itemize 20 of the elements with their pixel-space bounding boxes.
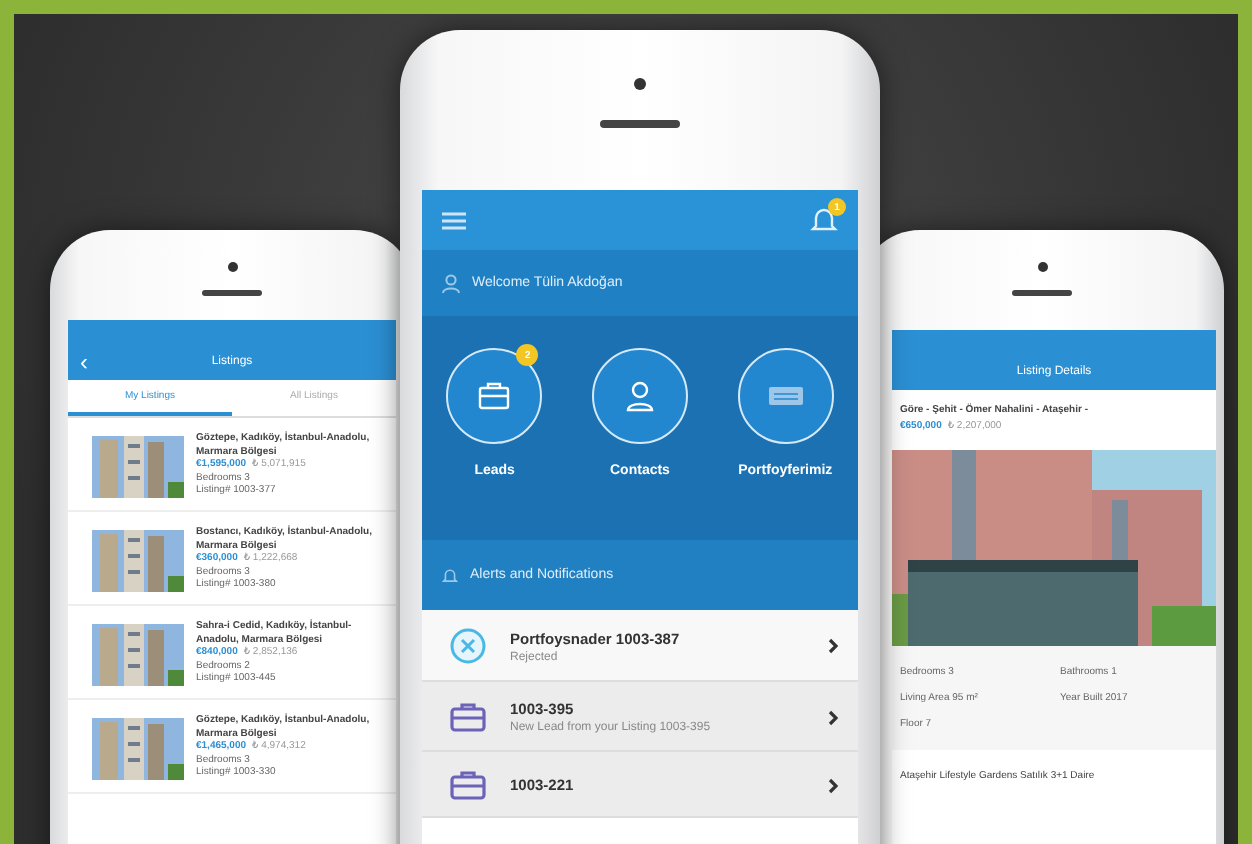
person-icon bbox=[625, 380, 654, 412]
speaker-icon bbox=[202, 290, 262, 296]
person-icon bbox=[442, 273, 460, 293]
speaker-icon bbox=[600, 120, 680, 128]
card-icon bbox=[767, 386, 804, 406]
camera-icon bbox=[1037, 262, 1047, 272]
close-circle-icon bbox=[450, 628, 486, 664]
chevron-icon bbox=[828, 709, 838, 725]
briefcase-icon bbox=[478, 382, 511, 410]
speaker-icon bbox=[1012, 290, 1072, 296]
bell-icon[interactable] bbox=[810, 206, 838, 234]
chevron-icon bbox=[828, 638, 838, 654]
briefcase-icon bbox=[450, 702, 486, 732]
menu-icon[interactable] bbox=[442, 211, 466, 229]
bell-icon bbox=[442, 567, 458, 583]
chevron-icon bbox=[828, 777, 838, 793]
camera-icon bbox=[634, 78, 646, 90]
camera-icon bbox=[227, 262, 237, 272]
briefcase-icon bbox=[450, 770, 486, 800]
back-button[interactable]: ‹ bbox=[80, 350, 88, 374]
